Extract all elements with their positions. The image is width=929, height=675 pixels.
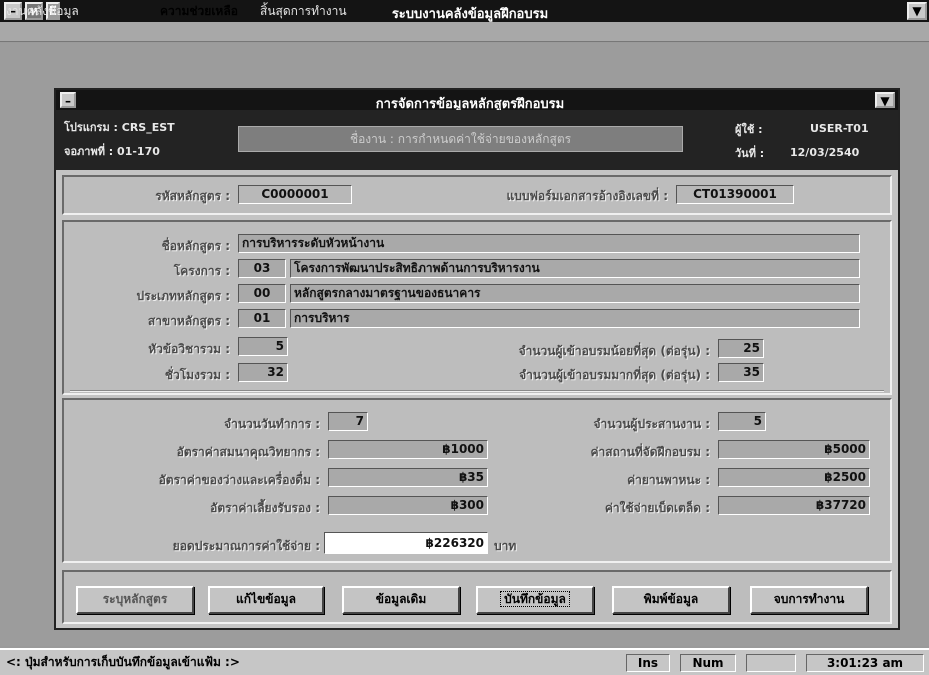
user-label: ผู้ใช้ : (735, 123, 763, 136)
vehicle-field[interactable]: ฿2500 (718, 468, 870, 487)
exit-button[interactable]: จบการทำงาน (750, 586, 868, 614)
misc-label: ค่าใช้จ่ายเบ็ดเตล็ด : (604, 501, 710, 515)
num-indicator: Num (680, 654, 736, 672)
blank-indicator (746, 654, 796, 672)
menu-item-exit[interactable]: สิ้นสุดการทำงาน (260, 2, 347, 18)
form-ref-field[interactable]: CT01390001 (676, 185, 794, 204)
edit-button[interactable]: แก้ไขข้อมูล (208, 586, 324, 614)
ins-indicator: Ins (626, 654, 670, 672)
maximize-arrow-icon[interactable]: ▼ (907, 2, 927, 20)
workdays-field[interactable]: 7 (328, 412, 368, 431)
date-value: 12/03/2540 (790, 146, 860, 159)
vehicle-label: ค่ายานพาหนะ : (627, 473, 710, 487)
course-code-label: รหัสหลักสูตร : (155, 189, 230, 203)
workdays-label: จำนวนวันทำการ : (224, 417, 320, 431)
course-type-name-field[interactable]: หลักสูตรกลางมาตรฐานของธนาคาร (290, 284, 860, 303)
max-trainees-label: จำนวนผู้เข้าอบรมมากที่สุด (ต่อรุ่น) : (519, 368, 710, 382)
misc-field[interactable]: ฿37720 (718, 496, 870, 515)
budget-unit: บาท (494, 539, 517, 553)
course-name-label: ชื่อหลักสูตร : (161, 239, 230, 253)
print-label: พิมพ์ข้อมูล (643, 592, 699, 606)
course-type-code-field[interactable]: 00 (238, 284, 286, 303)
course-branch-label: สาขาหลักสูตร : (147, 314, 230, 328)
status-message: <: ปุ่มสำหรับการเก็บบันทึกข้อมูลเข้าแฟ้ม… (6, 655, 240, 669)
course-type-label: ประเภทหลักสูตร : (136, 289, 231, 303)
save-label: บันทึกข้อมูล (500, 591, 570, 607)
course-name-field[interactable]: การบริหารระดับหัวหน้างาน (238, 234, 860, 253)
min-trainees-field[interactable]: 25 (718, 339, 764, 358)
course-branch-name-field[interactable]: การบริหาร (290, 309, 860, 328)
form-ref-label: แบบฟอร์มเอกสารอ้างอิงเลขที่ : (506, 189, 668, 203)
specify-course-label: ระบุหลักสูตร (102, 592, 168, 606)
menu-bar (0, 22, 929, 42)
original-data-button[interactable]: ข้อมูลเดิม (342, 586, 460, 614)
venue-field[interactable]: ฿5000 (718, 440, 870, 459)
snack-rate-label: อัตราค่าของว่างและเครื่องดื่ม : (158, 473, 320, 487)
coordinators-field[interactable]: 5 (718, 412, 766, 431)
date-label: วันที่ : (735, 147, 765, 160)
coordinators-label: จำนวนผู้ประสานงาน : (593, 417, 711, 431)
menu-item-warehouse[interactable]: งานคลังข้อมูล (6, 2, 79, 18)
budget-field[interactable]: ฿226320 (324, 532, 488, 554)
project-code-field[interactable]: 03 (238, 259, 286, 278)
budget-label: ยอดประมาณการค่าใช้จ่าย : (172, 539, 320, 553)
project-name-field[interactable]: โครงการพัฒนาประสิทธิภาพด้านการบริหารงาน (290, 259, 860, 278)
max-trainees-field[interactable]: 35 (718, 363, 764, 382)
save-button[interactable]: บันทึกข้อมูล (476, 586, 594, 614)
divider (70, 390, 884, 392)
program-label: โปรแกรม : CRS_EST (64, 121, 175, 134)
clock: 3:01:23 am (806, 654, 924, 672)
specify-course-button[interactable]: ระบุหลักสูตร (76, 586, 194, 614)
print-button[interactable]: พิมพ์ข้อมูล (612, 586, 730, 614)
meal-rate-label: อัตราค่าเลี้ยงรับรอง : (210, 501, 320, 515)
screen-label: จอภาพที่ : 01-170 (64, 145, 160, 158)
menu-item-help[interactable]: ความช่วยเหลือ (160, 2, 238, 18)
total-topics-field[interactable]: 5 (238, 337, 288, 356)
original-data-label: ข้อมูลเดิม (375, 592, 427, 606)
project-label: โครงการ : (173, 264, 230, 278)
total-topics-label: หัวข้อวิชารวม : (148, 342, 230, 356)
exit-label: จบการทำงาน (773, 592, 845, 606)
course-branch-code-field[interactable]: 01 (238, 309, 286, 328)
lecturer-rate-field[interactable]: ฿1000 (328, 440, 488, 459)
inner-maximize-arrow-icon[interactable]: ▼ (875, 92, 895, 108)
total-hours-field[interactable]: 32 (238, 363, 288, 382)
meal-rate-field[interactable]: ฿300 (328, 496, 488, 515)
total-hours-label: ชั่วโมงรวม : (164, 368, 230, 382)
edit-label: แก้ไขข้อมูล (236, 592, 296, 606)
min-trainees-label: จำนวนผู้เข้าอบรมน้อยที่สุด (ต่อรุ่น) : (518, 344, 710, 358)
job-name-box: ชื่องาน : การกำหนดค่าใช้จ่ายของหลักสูตร (238, 126, 683, 152)
lecturer-rate-label: อัตราค่าสมนาคุณวิทยากร : (176, 445, 320, 459)
course-code-field[interactable]: C0000001 (238, 185, 352, 204)
snack-rate-field[interactable]: ฿35 (328, 468, 488, 487)
inner-system-menu-icon[interactable]: – (60, 92, 76, 108)
venue-label: ค่าสถานที่จัดฝึกอบรม : (590, 445, 710, 459)
user-value: USER-T01 (810, 122, 869, 135)
